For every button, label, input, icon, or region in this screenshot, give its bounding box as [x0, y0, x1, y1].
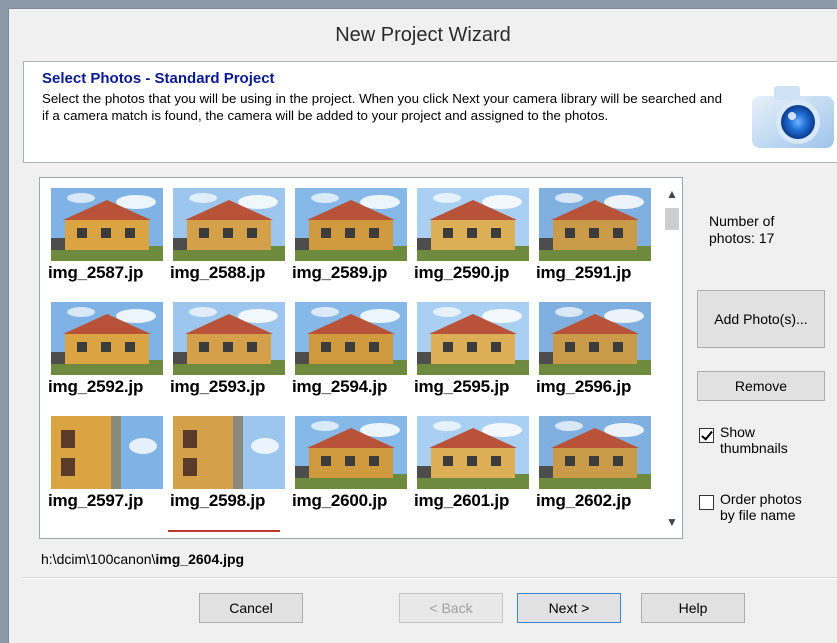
photo-filename: img_2590.jp — [414, 263, 510, 282]
scroll-down-icon[interactable]: ▼ — [662, 512, 682, 532]
remove-button[interactable]: Remove — [697, 371, 825, 401]
photo-grid: img_2587.jp img_2588.jp img_2589.jp img_259… — [48, 188, 658, 530]
show-thumbnails-label: Show thumbnails — [720, 424, 788, 456]
show-thumbnails-checkbox[interactable] — [699, 428, 714, 443]
photo-tile[interactable]: img_2595.jp — [414, 302, 536, 416]
photo-filename: img_2588.jp — [170, 263, 266, 282]
back-button[interactable]: < Back — [399, 593, 503, 623]
scroll-thumb[interactable] — [665, 208, 679, 230]
photo-thumbnail — [51, 302, 163, 375]
photo-filename: img_2600.jp — [292, 491, 388, 510]
order-by-name-checkbox[interactable] — [699, 495, 714, 510]
header-title: Select Photos - Standard Project — [42, 70, 275, 87]
photo-tile[interactable]: img_2601.jp — [414, 416, 536, 530]
photo-filename: img_2589.jp — [292, 263, 388, 282]
photo-tile[interactable]: img_2602.jp — [536, 416, 658, 530]
order-by-name-label: Order photos by file name — [720, 491, 802, 523]
photo-tile[interactable]: img_2587.jp — [48, 188, 170, 302]
selected-photo-indicator — [168, 530, 280, 532]
photo-thumbnail — [295, 302, 407, 375]
photo-tile[interactable]: img_2591.jp — [536, 188, 658, 302]
photo-thumbnail — [539, 188, 651, 261]
photo-filename: img_2593.jp — [170, 377, 266, 396]
photo-filename: img_2594.jp — [292, 377, 388, 396]
photo-tile[interactable]: img_2598.jp — [170, 416, 292, 530]
photo-tile[interactable]: img_2596.jp — [536, 302, 658, 416]
show-thumbnails-option[interactable]: Show thumbnails — [699, 424, 810, 456]
photo-tile[interactable]: img_2594.jp — [292, 302, 414, 416]
cancel-button[interactable]: Cancel — [199, 593, 303, 623]
gallery-scrollbar[interactable]: ▲ ▼ — [662, 178, 682, 538]
photo-thumbnail — [173, 416, 285, 489]
photo-thumbnail — [417, 188, 529, 261]
photo-filename: img_2598.jp — [170, 491, 266, 510]
photo-filename: img_2591.jp — [536, 263, 632, 282]
photo-tile[interactable]: img_2590.jp — [414, 188, 536, 302]
photo-thumbnail — [417, 302, 529, 375]
next-button[interactable]: Next > — [517, 593, 621, 623]
order-by-name-option[interactable]: Order photos by file name — [699, 491, 810, 523]
add-photos-button[interactable]: Add Photo(s)... — [697, 290, 825, 348]
photo-tile[interactable]: img_2588.jp — [170, 188, 292, 302]
photo-filename: img_2602.jp — [536, 491, 632, 510]
scroll-up-icon[interactable]: ▲ — [662, 184, 682, 204]
photo-filename: img_2595.jp — [414, 377, 510, 396]
title-bar: New Project Wizard — [9, 9, 837, 61]
path-file: img_2604.jpg — [155, 551, 245, 567]
selected-file-path: h:\dcim\100canon\img_2604.jpg — [41, 551, 244, 567]
wizard-window: New Project Wizard Select Photos - Stand… — [8, 8, 837, 643]
footer-divider-highlight — [23, 578, 837, 579]
photo-tile[interactable]: img_2593.jp — [170, 302, 292, 416]
photo-filename: img_2596.jp — [536, 377, 632, 396]
photo-thumbnail — [539, 302, 651, 375]
right-panel: Number of photos: 17 Add Photo(s)... Rem… — [689, 177, 837, 547]
photo-thumbnail — [417, 416, 529, 489]
photo-tile[interactable]: img_2597.jp — [48, 416, 170, 530]
window-title: New Project Wizard — [335, 23, 511, 46]
camera-icon — [744, 66, 836, 156]
photo-thumbnail — [539, 416, 651, 489]
photo-tile[interactable]: img_2600.jp — [292, 416, 414, 530]
photo-thumbnail — [173, 188, 285, 261]
photo-filename: img_2597.jp — [48, 491, 144, 510]
photo-thumbnail — [295, 416, 407, 489]
photo-gallery[interactable]: img_2587.jp img_2588.jp img_2589.jp img_259… — [39, 177, 683, 539]
photo-count: Number of photos: 17 — [709, 213, 775, 246]
photo-tile[interactable]: img_2589.jp — [292, 188, 414, 302]
photo-thumbnail — [173, 302, 285, 375]
photo-thumbnail — [295, 188, 407, 261]
photo-tile[interactable]: img_2592.jp — [48, 302, 170, 416]
path-prefix: h:\dcim\100canon\ — [41, 551, 156, 567]
photo-filename: img_2601.jp — [414, 491, 510, 510]
photo-thumbnail — [51, 188, 163, 261]
photo-filename: img_2587.jp — [48, 263, 144, 282]
help-button[interactable]: Help — [641, 593, 745, 623]
header-panel: Select Photos - Standard Project Select … — [23, 61, 837, 163]
photo-thumbnail — [51, 416, 163, 489]
header-description: Select the photos that you will be using… — [42, 91, 722, 123]
photo-filename: img_2592.jp — [48, 377, 144, 396]
